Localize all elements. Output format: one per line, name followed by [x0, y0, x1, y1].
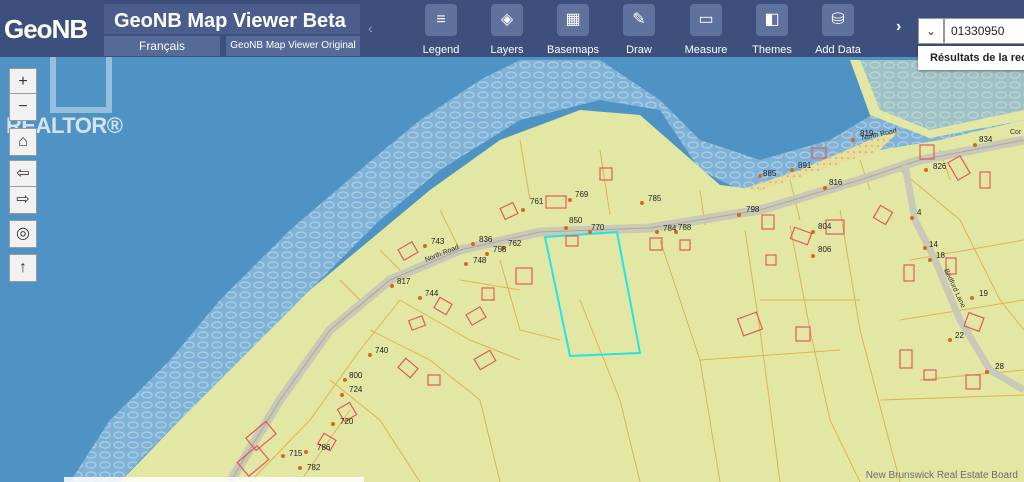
forward-arrow-icon[interactable]: ⇨ — [9, 186, 37, 214]
language-button[interactable]: Français — [104, 36, 220, 56]
civic-number-label: 784 — [663, 224, 677, 233]
civic-number-label: 758 — [493, 245, 507, 254]
civic-number-label: 826 — [933, 162, 947, 171]
app-title-banner: GeoNB Map Viewer Beta — [104, 4, 360, 34]
zoom-out-button[interactable]: − — [9, 93, 37, 121]
civic-number-label: 748 — [473, 256, 487, 265]
grid-icon: ▦ — [557, 4, 589, 36]
civic-number-label: 788 — [678, 223, 692, 232]
civic-number-label: 800 — [349, 371, 363, 380]
back-arrow-icon[interactable]: ⇦ — [9, 160, 37, 188]
civic-number-label: 740 — [375, 346, 389, 355]
list-icon: ≡ — [425, 4, 457, 36]
home-icon[interactable]: ⌂ — [9, 128, 37, 156]
civic-number-label: 715 — [289, 449, 303, 458]
tool-label: Legend — [422, 44, 460, 56]
ruler-icon: ▭ — [690, 4, 722, 36]
civic-number-label: 743 — [431, 237, 445, 246]
civic-number-label: 850 — [569, 216, 583, 225]
tool-label: Themes — [752, 44, 792, 56]
civic-number-label: 817 — [397, 277, 411, 286]
search-dropdown-chevron-down-icon[interactable]: ⌄ — [918, 18, 944, 44]
tool-label: Basemaps — [547, 44, 599, 56]
toolbar-next-arrow-icon[interactable]: › — [896, 18, 901, 36]
legend-button[interactable]: ≡ Legend — [406, 2, 476, 56]
footer-credit: New Brunswick Real Estate Board — [865, 470, 1018, 481]
road-label: Cor — [1010, 129, 1022, 136]
civic-number-label: 786 — [317, 443, 331, 452]
civic-number-label: 770 — [591, 223, 605, 232]
civic-number-label: 724 — [349, 385, 363, 394]
civic-number-label: 744 — [425, 289, 439, 298]
civic-number-label: 14 — [929, 240, 938, 249]
map-canvas[interactable]: 819834885891 826816785769761850770 784 7887… — [0, 0, 1024, 482]
tool-label: Measure — [684, 44, 728, 56]
geonb-logo[interactable]: GeoNB — [0, 0, 92, 56]
civic-number-label: 761 — [530, 197, 544, 206]
layers-icon: ◈ — [491, 4, 523, 36]
database-icon: ⛁ — [822, 4, 854, 36]
civic-number-label: 28 — [995, 362, 1004, 371]
civic-number-label: 4 — [917, 208, 922, 217]
civic-number-label: 19 — [979, 289, 988, 298]
tool-label: Add Data — [815, 44, 861, 56]
original-viewer-button[interactable]: GeoNB Map Viewer Original — [226, 36, 360, 56]
realtor-logo-watermark — [50, 57, 112, 113]
civic-number-label: 720 — [340, 417, 354, 426]
civic-number-label: 806 — [818, 245, 832, 254]
civic-number-label: 18 — [936, 251, 945, 260]
themes-button[interactable]: ◧ Themes — [737, 2, 807, 56]
search-input[interactable]: 01330950 — [944, 18, 1024, 44]
civic-number-label: 891 — [798, 161, 812, 170]
civic-number-label: 785 — [648, 194, 662, 203]
bookmark-icon: ◧ — [756, 4, 788, 36]
search-results-header[interactable]: Résultats de la rec — [918, 46, 1024, 70]
civic-number-label: 836 — [479, 235, 493, 244]
tool-label: Layers — [490, 44, 524, 56]
civic-number-label: 798 — [746, 205, 760, 214]
draw-button[interactable]: ✎ Draw — [604, 2, 674, 56]
measure-button[interactable]: ▭ Measure — [671, 2, 741, 56]
add-data-button[interactable]: ⛁ Add Data — [803, 2, 873, 56]
draw-icon: ✎ — [623, 4, 655, 36]
civic-number-label: 885 — [763, 169, 777, 178]
civic-number-label: 762 — [508, 239, 522, 248]
locate-icon[interactable]: ◎ — [9, 220, 37, 248]
civic-number-label: 834 — [979, 135, 993, 144]
zoom-in-button[interactable]: + — [9, 68, 37, 96]
civic-number-label: 816 — [829, 178, 843, 187]
civic-number-label: 782 — [307, 463, 321, 472]
scale-bar — [64, 477, 364, 482]
tool-label: Draw — [626, 44, 652, 56]
civic-number-label: 769 — [575, 190, 589, 199]
north-arrow-icon[interactable]: ↑ — [9, 254, 37, 282]
civic-number-label: 804 — [818, 222, 832, 231]
app-title: GeoNB Map Viewer Beta — [114, 10, 346, 32]
layers-button[interactable]: ◈ Layers — [472, 2, 542, 56]
basemaps-button[interactable]: ▦ Basemaps — [538, 2, 608, 56]
toolbar-prev-arrow-icon[interactable]: ‹ — [368, 20, 373, 36]
civic-number-label: 22 — [955, 331, 964, 340]
logo-text: GeoNB — [4, 14, 88, 44]
